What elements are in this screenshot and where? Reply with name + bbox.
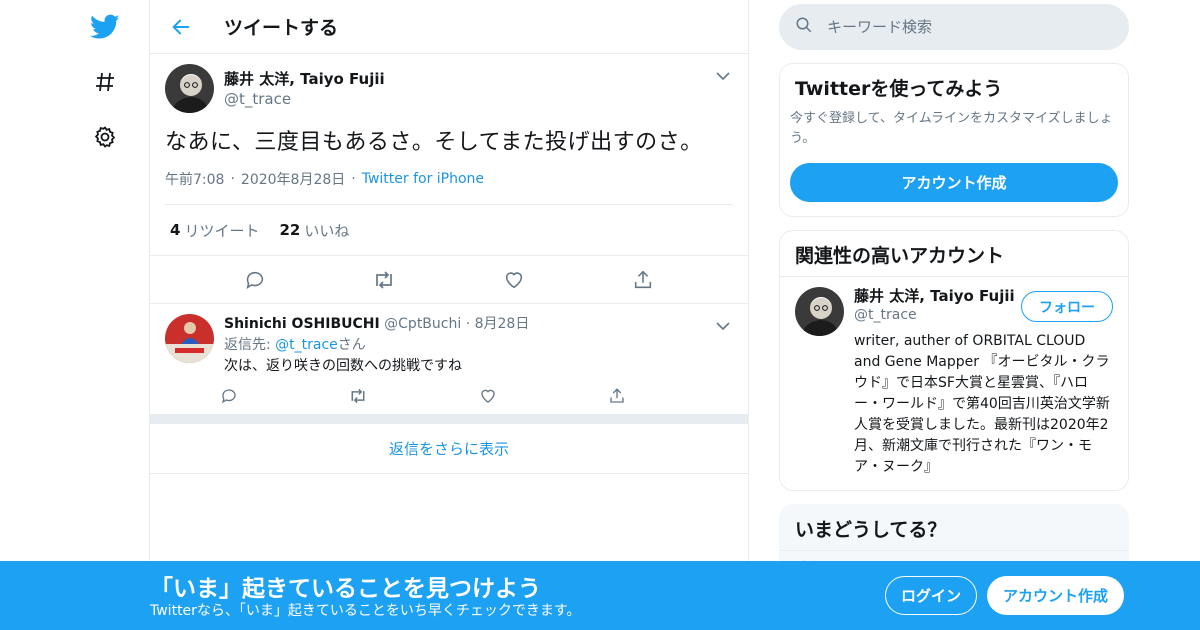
reply-icon[interactable]: [216, 383, 242, 409]
meta-separator: ·: [465, 316, 471, 332]
gear-icon[interactable]: [88, 120, 122, 154]
reply-author-handle[interactable]: @CptBuchi: [384, 316, 461, 332]
replying-to: 返信先: @t_traceさん: [224, 335, 733, 356]
reply-body: Shinichi OSHIBUCHI @CptBuchi · 8月28日 返信先…: [222, 314, 733, 409]
retweet-icon[interactable]: [369, 265, 399, 295]
like-icon[interactable]: [475, 383, 501, 409]
tweet-actions: [150, 255, 748, 303]
show-more-replies[interactable]: 返信をさらに表示: [150, 424, 748, 474]
signup-card-title: Twitterを使ってみよう: [795, 78, 1003, 100]
back-arrow-icon[interactable]: [164, 10, 198, 44]
author-row: 藤井 太洋, Taiyo Fujii @t_trace: [165, 64, 733, 113]
reply-header: Shinichi OSHIBUCHI @CptBuchi · 8月28日: [224, 314, 733, 335]
banner-subtitle: Twitterなら、「いま」起きていることをいち早くチェックできます。: [150, 603, 581, 619]
author-names: 藤井 太洋, Taiyo Fujii @t_trace: [224, 69, 385, 109]
meta-separator: ·: [230, 171, 235, 187]
reply-tweet[interactable]: Shinichi OSHIBUCHI @CptBuchi · 8月28日 返信先…: [150, 303, 748, 414]
tweet-date[interactable]: 2020年8月28日: [241, 169, 345, 189]
author-name[interactable]: 藤井 太洋, Taiyo Fujii: [224, 69, 385, 89]
login-button[interactable]: ログイン: [885, 576, 977, 615]
reply-date[interactable]: 8月28日: [475, 316, 530, 332]
meta-separator: ·: [351, 171, 356, 187]
like-count[interactable]: 22: [279, 221, 300, 239]
page-title: ツイートする: [224, 17, 339, 39]
banner-title: 「いま」起きていることを見つけよう: [150, 576, 541, 602]
left-rail: [0, 0, 150, 630]
section-gap: [150, 414, 748, 424]
avatar[interactable]: [165, 64, 214, 113]
chevron-down-icon[interactable]: [713, 316, 733, 336]
replying-handle[interactable]: @t_trace: [275, 337, 338, 353]
tweet-source[interactable]: Twitter for iPhone: [362, 171, 484, 187]
signup-card: Twitterを使ってみよう 今すぐ登録して、タイムラインをカスタマイズしましょ…: [779, 63, 1129, 217]
reply-text: 次は、返り咲きの回数への挑戦ですね: [224, 358, 462, 374]
signup-banner: 「いま」起きていることを見つけよう Twitterなら、「いま」起きていることを…: [0, 561, 1200, 630]
related-account[interactable]: 藤井 太洋, Taiyo Fujii @t_trace フォロー writer,…: [780, 277, 1128, 490]
like-icon[interactable]: [499, 265, 529, 295]
create-account-button[interactable]: アカウント作成: [790, 163, 1118, 202]
main-column: ツイートする 藤井 太洋, Taiyo Fujii @t_trace なあに、三…: [149, 0, 749, 630]
hashtag-icon[interactable]: [88, 65, 122, 99]
avatar[interactable]: [795, 287, 844, 336]
right-sidebar: Twitterを使ってみよう 今すぐ登録して、タイムラインをカスタマイズしましょ…: [779, 4, 1129, 583]
search-icon: [795, 16, 813, 38]
trends-card-title: いまどうしてる？: [795, 519, 947, 541]
tweet-stats: 4 リツイート 22 いいね: [165, 205, 733, 255]
twitter-bird-icon[interactable]: [88, 10, 122, 44]
page-header: ツイートする: [150, 0, 748, 54]
follow-button[interactable]: フォロー: [1021, 291, 1113, 322]
signup-card-subtitle: 今すぐ登録して、タイムラインをカスタマイズしましょう。: [790, 111, 1113, 146]
related-accounts-card: 関連性の高いアカウント 藤井 太洋, Taiyo Fujii @t_trace …: [779, 230, 1129, 491]
related-account-bio: writer, auther of ORBITAL CLOUD and Gene…: [854, 333, 1110, 475]
reply-actions: [216, 383, 733, 409]
search-bar[interactable]: [779, 4, 1129, 50]
avatar[interactable]: [165, 314, 214, 363]
related-card-title: 関連性の高いアカウント: [780, 231, 1128, 277]
banner-create-account-button[interactable]: アカウント作成: [987, 576, 1124, 615]
chevron-down-icon[interactable]: [713, 66, 733, 86]
replying-suffix: さん: [337, 337, 366, 353]
author-handle[interactable]: @t_trace: [224, 89, 385, 109]
reply-author-name[interactable]: Shinichi OSHIBUCHI: [224, 316, 380, 332]
retweet-label[interactable]: リツイート: [184, 220, 259, 241]
main-tweet: 藤井 太洋, Taiyo Fujii @t_trace なあに、三度目もあるさ。…: [150, 54, 748, 255]
retweet-icon[interactable]: [345, 383, 371, 409]
like-label[interactable]: いいね: [304, 220, 349, 241]
tweet-meta: 午前7:08 · 2020年8月28日 · Twitter for iPhone: [165, 169, 733, 189]
share-icon[interactable]: [604, 383, 630, 409]
retweet-count[interactable]: 4: [170, 221, 180, 239]
replying-prefix: 返信先:: [224, 337, 276, 353]
search-input[interactable]: [827, 18, 1107, 36]
share-icon[interactable]: [628, 265, 658, 295]
tweet-text: なあに、三度目もあるさ。そしてまた投げ出すのさ。: [165, 130, 703, 155]
tweet-time[interactable]: 午前7:08: [165, 169, 224, 189]
reply-icon[interactable]: [240, 265, 270, 295]
